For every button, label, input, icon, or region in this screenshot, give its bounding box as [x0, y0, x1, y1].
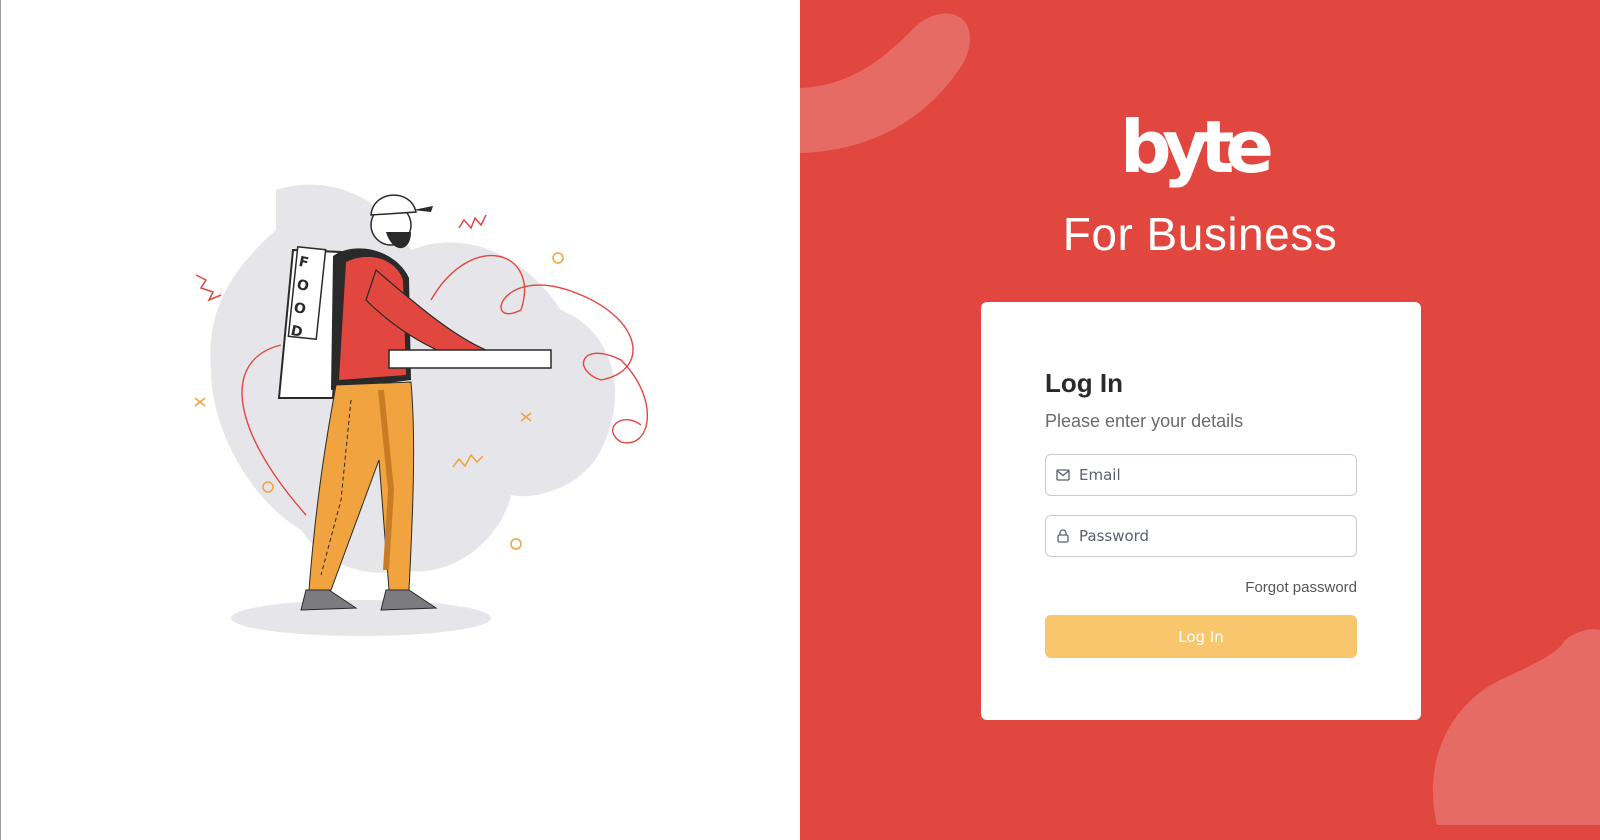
tagline: For Business: [1062, 208, 1338, 260]
password-input[interactable]: [1079, 527, 1349, 545]
login-button[interactable]: Log In: [1045, 615, 1357, 658]
svg-text:byte: byte: [1120, 110, 1274, 189]
login-panel: byte For Business Log In Please enter yo…: [800, 0, 1600, 840]
forgot-password-link[interactable]: Forgot password: [1045, 579, 1357, 596]
lock-icon: [1056, 529, 1070, 543]
card-title: Log In: [1045, 368, 1123, 398]
brand-block: byte For Business: [800, 105, 1600, 261]
card-subtitle: Please enter your details: [1045, 411, 1244, 431]
email-field[interactable]: [1045, 454, 1357, 496]
illustration-panel: F O O D: [0, 0, 800, 840]
cloche-icon: byte: [1120, 105, 1274, 189]
password-field[interactable]: [1045, 515, 1357, 557]
email-input[interactable]: [1079, 466, 1349, 484]
mail-icon: [1056, 468, 1070, 482]
delivery-person-illustration: F O O D: [194, 184, 648, 636]
byte-logo: byte: [1120, 105, 1280, 205]
login-card: Log In Please enter your details Forgot …: [981, 302, 1421, 720]
